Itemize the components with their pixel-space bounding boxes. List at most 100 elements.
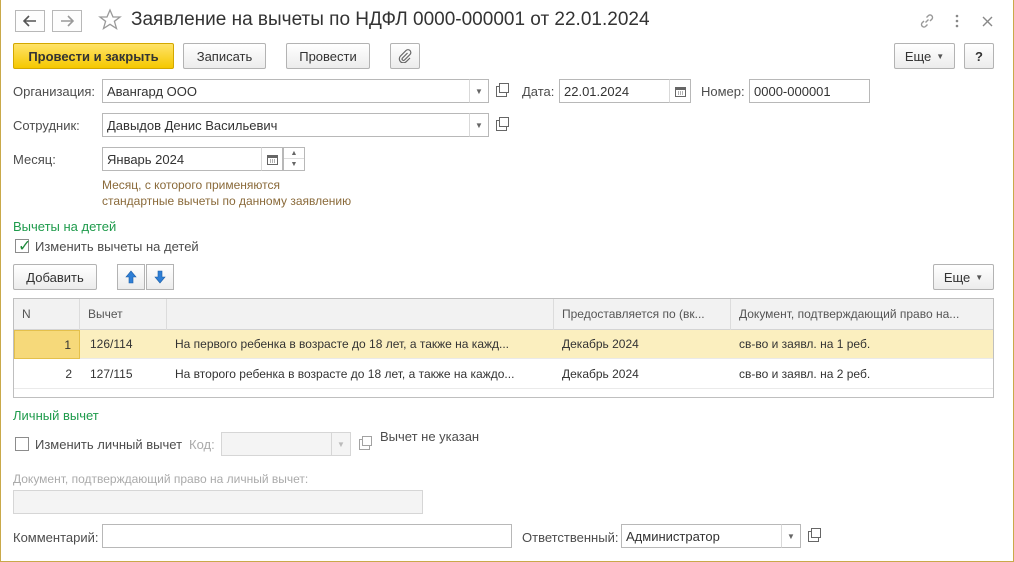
organization-dropdown-button[interactable]: ▼ [469,79,489,103]
code-dropdown-button[interactable]: ▼ [331,432,351,456]
column-header-deduction[interactable]: Вычет [80,299,167,330]
responsible-open-button[interactable] [803,524,823,548]
responsible-field[interactable]: Администратор [621,524,782,548]
date-field[interactable]: 22.01.2024 [559,79,670,103]
children-section-title: Вычеты на детей [13,219,117,234]
chevron-down-icon: ▼ [337,439,345,449]
responsible-dropdown-button[interactable]: ▼ [781,524,801,548]
month-hint-line-1: Месяц, с которого применяются [102,178,280,192]
employee-field[interactable]: Давыдов Денис Васильевич [102,113,470,137]
table-more-button[interactable]: Еще ▼ [933,264,994,290]
cell-until[interactable]: Декабрь 2024 [554,360,731,389]
star-icon [98,8,122,30]
link-button[interactable] [916,10,938,32]
month-spinner[interactable]: ▲ ▼ [283,147,305,171]
code-field[interactable] [221,432,332,456]
save-button[interactable]: Записать [183,43,266,69]
cell-document[interactable]: св-во и заявл. на 2 реб. [731,360,993,389]
chevron-down-icon: ▼ [936,51,945,61]
month-label: Месяц: [13,152,56,167]
number-label: Номер: [701,84,745,99]
paperclip-icon [398,49,412,63]
cell-n[interactable]: 2 [14,360,80,389]
comment-label: Комментарий: [13,530,99,545]
link-icon [920,14,934,28]
column-header-n[interactable]: N [14,299,80,330]
more-button-label: Еще [904,48,932,64]
deductions-table: N Вычет Предоставляется по (вк... Докуме… [13,298,994,398]
month-field[interactable]: Январь 2024 [102,147,262,171]
chevron-down-icon: ▼ [787,531,795,541]
attach-button[interactable] [390,43,420,69]
calendar-icon [674,86,686,97]
chevron-down-icon: ▼ [475,120,483,130]
spinner-up-icon[interactable]: ▲ [284,148,304,159]
column-header-description[interactable] [167,299,554,330]
children-change-checkbox[interactable]: ✓ [15,238,32,255]
table-more-label: Еще [943,269,971,285]
organization-open-button[interactable] [491,79,511,103]
move-down-button[interactable] [146,264,174,290]
employee-label: Сотрудник: [13,118,80,133]
back-button[interactable] [15,10,45,32]
add-row-button[interactable]: Добавить [13,264,97,290]
organization-field[interactable]: Авангард ООО [102,79,470,103]
open-icon [495,82,509,97]
cell-description[interactable]: На первого ребенка в возрасте до 18 лет,… [167,330,554,359]
cell-document[interactable]: св-во и заявл. на 1 реб. [731,330,993,359]
personal-change-label[interactable]: Изменить личный вычет [35,437,182,452]
personal-change-checkbox[interactable] [15,437,29,451]
arrow-down-icon [154,270,166,284]
personal-doc-field[interactable] [13,490,423,514]
open-icon [495,116,509,131]
chevron-down-icon: ▼ [975,272,984,282]
cell-code[interactable]: 127/115 [80,360,167,389]
more-button[interactable]: Еще ▼ [894,43,955,69]
spinner-down-icon[interactable]: ▼ [284,159,304,170]
cell-description[interactable]: На второго ребенка в возрасте до 18 лет,… [167,360,554,389]
forward-button[interactable] [52,10,82,32]
chevron-down-icon: ▼ [475,86,483,96]
employee-dropdown-button[interactable]: ▼ [469,113,489,137]
close-icon [982,16,992,26]
responsible-label: Ответственный: [522,530,619,545]
page-title: Заявление на вычеты по НДФЛ 0000-000001 … [131,9,650,30]
arrow-right-icon [61,15,74,27]
cell-n[interactable]: 1 [14,330,80,359]
open-icon [358,435,372,450]
post-button[interactable]: Провести [286,43,370,69]
open-icon [807,527,821,542]
more-menu-button[interactable] [946,10,968,32]
organization-label: Организация: [13,84,96,99]
help-button[interactable]: ? [964,43,994,69]
calendar-icon [266,154,278,165]
column-header-until[interactable]: Предоставляется по (вк... [554,299,731,330]
move-up-button[interactable] [117,264,145,290]
number-field[interactable]: 0000-000001 [749,79,870,103]
table-row[interactable]: 1 126/114 На первого ребенка в возрасте … [14,330,993,359]
children-change-label[interactable]: Изменить вычеты на детей [35,239,199,254]
column-header-document[interactable]: Документ, подтверждающий право на... [731,299,993,330]
cell-code[interactable]: 126/114 [80,330,167,359]
arrow-up-icon [125,270,137,284]
month-hint-line-2: стандартные вычеты по данному заявлению [102,194,352,208]
checkmark-icon: ✓ [18,238,32,255]
month-calendar-button[interactable] [261,147,283,171]
table-row[interactable]: 2 127/115 На второго ребенка в возрасте … [14,360,993,389]
arrow-left-icon [23,15,36,27]
date-calendar-button[interactable] [669,79,691,103]
comment-field[interactable] [102,524,512,548]
code-label: Код: [189,437,215,452]
close-button[interactable] [976,10,998,32]
personal-section-title: Личный вычет [13,408,99,423]
employee-open-button[interactable] [491,113,511,137]
post-and-close-button[interactable]: Провести и закрыть [13,43,174,69]
personal-doc-label: Документ, подтверждающий право на личный… [13,472,309,486]
cell-until[interactable]: Декабрь 2024 [554,330,731,359]
deduction-not-specified: Вычет не указан [380,429,480,444]
kebab-icon [955,14,959,28]
table-header: N Вычет Предоставляется по (вк... Докуме… [14,299,993,330]
code-open-button[interactable] [354,432,374,456]
favorite-button[interactable] [98,8,124,34]
date-label: Дата: [522,84,555,99]
